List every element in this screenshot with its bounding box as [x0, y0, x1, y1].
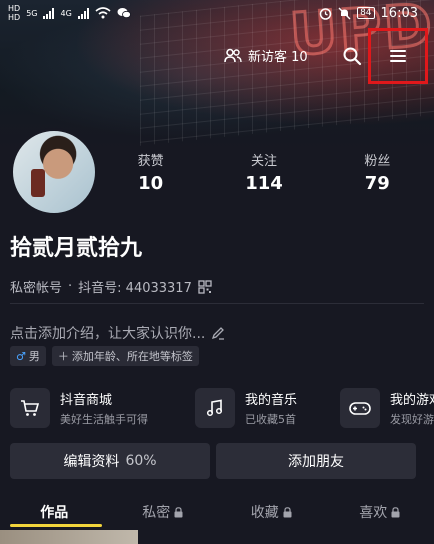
stat-value: 79 [364, 173, 390, 194]
service-shop[interactable]: 抖音商城 美好生活触手可得 [10, 386, 195, 430]
profile-completion: 60% [125, 453, 157, 469]
stat-label: 粉丝 [364, 154, 391, 169]
private-account-label: 私密帐号 [10, 281, 63, 296]
service-title: 抖音商城 [60, 393, 113, 408]
stat-likes[interactable]: 获赞 10 [94, 150, 207, 194]
stat-label: 获赞 [137, 154, 164, 169]
service-title: 我的游戏 [390, 393, 434, 408]
tab-favorites[interactable]: 收藏 [217, 496, 326, 528]
tab-likes[interactable]: 喜欢 [326, 496, 434, 528]
cart-icon [10, 388, 50, 428]
tab-label: 收藏 [250, 505, 279, 521]
profile-actions: 编辑资料 60% 添加朋友 [10, 443, 416, 479]
service-music[interactable]: 我的音乐 已收藏5首 [195, 386, 340, 430]
menu-button[interactable] [388, 48, 408, 68]
male-icon: ♂ [16, 349, 26, 363]
add-friend-label: 添加朋友 [288, 454, 344, 470]
plus-icon: ＋ [57, 350, 69, 363]
gender-tag[interactable]: ♂ 男 [10, 346, 46, 366]
lock-icon [174, 506, 183, 517]
douyin-id[interactable]: 抖音号: 44033317 [78, 277, 192, 296]
new-visitors-button[interactable]: 新访客 10 [224, 46, 308, 65]
service-shortcuts: 抖音商城 美好生活触手可得 我的音乐 已收藏5首 我的游戏 发现好游 [10, 386, 434, 430]
gamepad-icon [340, 388, 380, 428]
profile-name: 拾贰月贰拾九 [10, 236, 143, 261]
service-title: 我的音乐 [245, 393, 298, 408]
service-games[interactable]: 我的游戏 发现好游 [340, 386, 434, 430]
battery-indicator: 84 [357, 7, 375, 19]
avatar-cup [31, 169, 45, 197]
tab-label: 喜欢 [359, 505, 388, 521]
add-intro-link[interactable]: 点击添加介绍，让大家认识你... [10, 323, 225, 343]
profile-stats: 获赞 10 关注 114 粉丝 79 [94, 150, 434, 194]
new-visitors-label: 新访客 10 [248, 50, 308, 65]
profile-tags: ♂ 男 ＋ 添加年龄、所在地等标签 [10, 346, 199, 366]
service-subtitle: 美好生活触手可得 [60, 413, 148, 426]
stat-value: 114 [245, 173, 283, 194]
lock-icon [391, 506, 400, 517]
network-4g: 4G [60, 8, 72, 18]
service-subtitle: 发现好游 [390, 413, 434, 426]
music-note-icon [195, 388, 235, 428]
hd-indicator: HD HD [8, 4, 21, 22]
stat-value: 10 [138, 173, 164, 194]
separator-dot: · [68, 279, 73, 294]
gender-label: 男 [28, 350, 40, 363]
hamburger-menu-icon [390, 50, 406, 62]
status-bar: HD HD 5G 4G 84 16:03 [8, 2, 418, 24]
network-5g: 5G [26, 8, 38, 18]
signal-icon-2 [77, 7, 89, 19]
search-button[interactable] [342, 46, 362, 70]
intro-text: 点击添加介绍，让大家认识你... [10, 326, 206, 342]
edit-profile-label: 编辑资料 [63, 454, 120, 470]
edit-profile-button[interactable]: 编辑资料 60% [10, 443, 210, 479]
tab-label: 私密 [142, 505, 171, 521]
stat-label: 关注 [250, 154, 277, 169]
add-tags-label: 添加年龄、所在地等标签 [71, 350, 193, 363]
qr-code-icon[interactable] [198, 279, 212, 294]
status-time: 16:03 [380, 5, 418, 21]
video-thumbnail[interactable] [0, 530, 138, 544]
search-icon [343, 47, 362, 66]
add-tags-button[interactable]: ＋ 添加年龄、所在地等标签 [51, 346, 199, 366]
service-subtitle: 已收藏5首 [245, 413, 296, 426]
mute-icon [338, 7, 351, 19]
users-icon [224, 48, 242, 63]
avatar[interactable] [10, 128, 98, 216]
tab-label: 作品 [40, 505, 69, 521]
active-tab-indicator [10, 524, 102, 527]
tab-private[interactable]: 私密 [109, 496, 218, 528]
divider [10, 303, 424, 304]
wifi-icon [95, 7, 111, 19]
profile-top-bar: 新访客 10 [0, 28, 434, 84]
pencil-icon [212, 327, 225, 340]
add-friend-button[interactable]: 添加朋友 [216, 443, 416, 479]
stat-followers[interactable]: 粉丝 79 [321, 150, 434, 194]
account-info: 私密帐号 · 抖音号: 44033317 [10, 277, 212, 296]
alarm-icon [319, 7, 332, 20]
signal-icon [43, 7, 55, 19]
lock-icon [283, 506, 292, 517]
stat-following[interactable]: 关注 114 [207, 150, 320, 194]
wechat-icon [117, 8, 131, 19]
